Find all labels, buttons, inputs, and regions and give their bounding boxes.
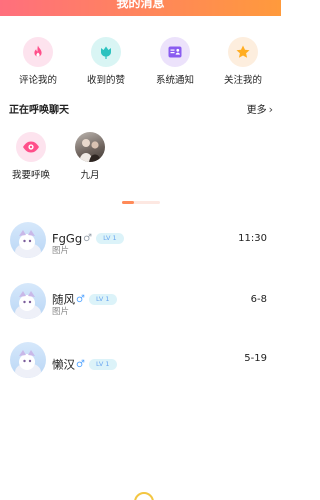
- chat-name-row: FgGg♂ LV 1: [52, 228, 124, 246]
- chat-time: 11:30: [238, 233, 267, 244]
- header-bar: 我的消息: [0, 0, 281, 16]
- quick-likes-label: 收到的赞: [86, 75, 125, 86]
- quick-system[interactable]: 系统通知: [142, 37, 208, 86]
- calling-section-header: 正在呼唤聊天 更多 ›: [9, 101, 273, 116]
- more-label: 更多: [246, 105, 267, 116]
- male-icon: ♂: [76, 294, 85, 305]
- level-badge: LV 1: [88, 359, 117, 370]
- level-badge: LV 1: [88, 294, 117, 305]
- level-badge: LV 1: [96, 233, 124, 244]
- chat-row[interactable]: FgGg♂ LV 1 图片 11:30: [0, 222, 281, 262]
- avatar: [75, 132, 105, 162]
- chat-preview: 图片: [52, 246, 70, 256]
- quick-likes[interactable]: 收到的赞: [73, 37, 139, 86]
- avatar: [10, 342, 46, 378]
- quick-comments-label: 评论我的: [18, 75, 57, 86]
- avatar: [10, 222, 46, 258]
- page-indicator: [122, 201, 160, 204]
- male-icon: ♂: [76, 359, 85, 370]
- eye-icon: [16, 132, 46, 162]
- call-item-user-label: 九月: [80, 170, 100, 181]
- quick-follow-label: 关注我的: [223, 75, 262, 86]
- chat-row[interactable]: 随风♂ LV 1 图片 6-8: [0, 283, 281, 323]
- quick-system-label: 系统通知: [155, 75, 194, 86]
- calling-section-title: 正在呼唤聊天: [9, 105, 69, 116]
- calling-list: 我要呼唤 九月: [0, 132, 281, 182]
- call-item-summon-label: 我要呼唤: [11, 170, 50, 181]
- avatar: [10, 283, 46, 319]
- page-indicator-active: [122, 201, 134, 204]
- quick-follow[interactable]: 关注我的: [210, 37, 276, 86]
- chat-name: 懒汉: [52, 357, 75, 372]
- chat-row[interactable]: 懒汉♂ LV 1 5-19: [0, 342, 281, 382]
- call-item-summon[interactable]: 我要呼唤: [6, 132, 56, 181]
- male-icon: ♂: [83, 233, 93, 244]
- chat-preview: 图片: [52, 307, 70, 317]
- quick-actions: 评论我的 收到的赞 系统通知 关注我的: [0, 37, 281, 87]
- contact-card-icon: [160, 37, 190, 67]
- chat-name-row: 随风♂ LV 1: [52, 289, 117, 307]
- star-icon: [228, 37, 258, 67]
- quick-comments[interactable]: 评论我的: [5, 37, 71, 86]
- chat-time: 5-19: [244, 353, 267, 364]
- app-logo-icon: [134, 492, 154, 500]
- chat-time: 6-8: [250, 294, 267, 305]
- tulip-icon: [91, 37, 121, 67]
- page-title: 我的消息: [116, 0, 165, 10]
- flame-icon: [23, 37, 53, 67]
- call-item-user[interactable]: 九月: [65, 132, 115, 181]
- chat-name-row: 懒汉♂ LV 1: [52, 354, 117, 372]
- more-link[interactable]: 更多 ›: [247, 101, 273, 116]
- chevron-right-icon: ›: [268, 103, 273, 116]
